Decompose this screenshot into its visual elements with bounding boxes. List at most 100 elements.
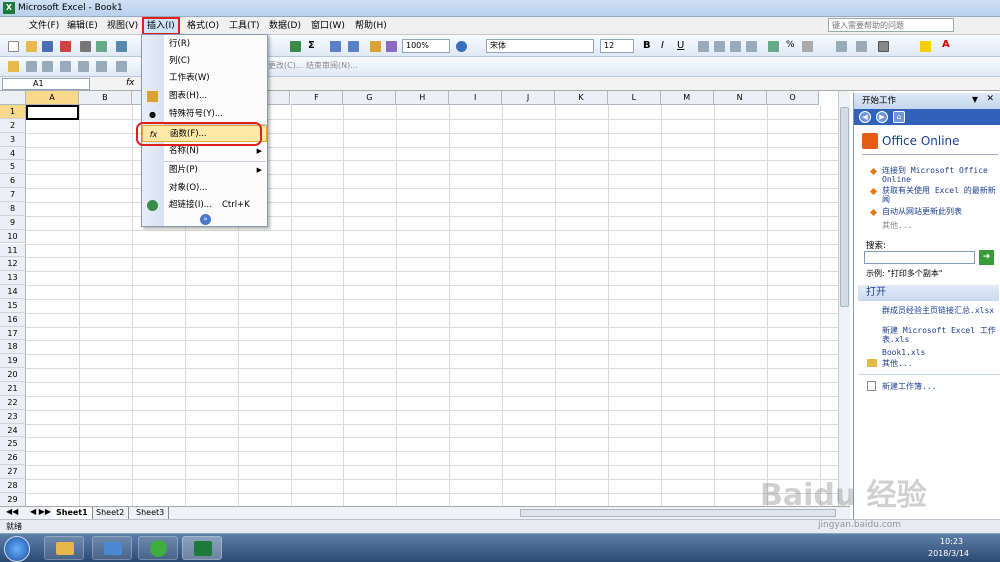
percent-icon[interactable]: %: [786, 40, 795, 50]
menu-data[interactable]: 数据(D): [266, 19, 304, 33]
open-more-link[interactable]: 其他...: [882, 359, 997, 368]
row-header[interactable]: 24: [0, 423, 26, 438]
column-header[interactable]: G: [343, 91, 397, 105]
column-header[interactable]: N: [713, 91, 767, 105]
sheet-tab-3[interactable]: Sheet3: [132, 507, 170, 519]
help-search-input[interactable]: [828, 18, 954, 32]
sort-ascending-icon[interactable]: [330, 41, 341, 52]
taskbar-excel-icon[interactable]: [182, 536, 222, 560]
insert-function-icon[interactable]: fx: [126, 78, 135, 88]
taskbar-media-icon[interactable]: [92, 536, 132, 560]
align-left-icon[interactable]: [698, 41, 709, 52]
link-more[interactable]: 其他...: [882, 221, 997, 230]
font-color-icon[interactable]: A: [942, 39, 950, 50]
borders-icon[interactable]: [878, 41, 889, 52]
row-header[interactable]: 5: [0, 160, 26, 175]
forward-icon[interactable]: ▶: [876, 111, 888, 123]
menu-format[interactable]: 格式(O): [184, 19, 222, 33]
row-header[interactable]: 23: [0, 409, 26, 424]
review-icon-4[interactable]: [60, 61, 71, 72]
column-header[interactable]: A: [26, 91, 79, 105]
taskbar-explorer-icon[interactable]: [44, 536, 84, 560]
column-header[interactable]: M: [660, 91, 714, 105]
new-workbook-link[interactable]: 新建工作簿...: [882, 382, 997, 391]
review-icon-5[interactable]: [78, 61, 89, 72]
menu-item-object[interactable]: 对象(O)...: [142, 180, 267, 197]
menu-help[interactable]: 帮助(H): [352, 19, 390, 33]
row-header[interactable]: 9: [0, 215, 26, 230]
row-header[interactable]: 14: [0, 285, 26, 299]
menu-item-special-symbol[interactable]: ● 特殊符号(Y)...: [142, 106, 267, 123]
column-header[interactable]: B: [78, 91, 132, 105]
spelling-icon[interactable]: [116, 41, 127, 52]
menu-insert[interactable]: 插入(I): [142, 17, 180, 35]
zoom-select[interactable]: 100%: [402, 39, 450, 53]
row-header[interactable]: 3: [0, 132, 26, 147]
task-pane-search-input[interactable]: [864, 251, 975, 264]
row-header[interactable]: 6: [0, 174, 26, 189]
font-size-select[interactable]: 12: [600, 39, 634, 53]
name-box[interactable]: A1: [2, 78, 90, 90]
hyperlink-toolbar-icon[interactable]: [290, 41, 301, 52]
menu-item-chart[interactable]: 图表(H)...: [142, 88, 267, 105]
column-header[interactable]: J: [502, 91, 555, 105]
task-pane-menu-icon[interactable]: ▼: [972, 95, 978, 104]
row-header[interactable]: 18: [0, 340, 26, 355]
menu-file[interactable]: 文件(F): [26, 19, 62, 33]
row-header[interactable]: 25: [0, 437, 26, 452]
start-button[interactable]: [4, 536, 30, 562]
save-icon[interactable]: [42, 41, 53, 52]
chart-wizard-icon[interactable]: [370, 41, 381, 52]
row-header[interactable]: 16: [0, 312, 26, 327]
recent-file-3[interactable]: Book1.xls: [882, 348, 997, 357]
review-icon-7[interactable]: [116, 61, 127, 72]
column-header[interactable]: H: [396, 91, 450, 105]
menu-edit[interactable]: 编辑(E): [64, 19, 101, 33]
autosum-icon[interactable]: Σ: [308, 40, 315, 51]
column-header[interactable]: K: [555, 91, 608, 105]
vertical-scrollbar[interactable]: [838, 91, 850, 506]
merge-center-icon[interactable]: [746, 41, 757, 52]
row-header[interactable]: 8: [0, 201, 26, 216]
row-header[interactable]: 7: [0, 188, 26, 202]
permission-icon[interactable]: [60, 41, 71, 52]
comma-style-icon[interactable]: [802, 41, 813, 52]
row-header[interactable]: 27: [0, 465, 26, 479]
sheet-tab-2[interactable]: Sheet2: [92, 507, 130, 519]
vertical-scroll-thumb[interactable]: [840, 107, 849, 307]
recent-file-1[interactable]: 群成员经验主页链接汇总.xlsx: [882, 306, 997, 315]
font-name-select[interactable]: 宋体: [486, 39, 594, 53]
help-icon[interactable]: [456, 41, 467, 52]
row-header[interactable]: 13: [0, 271, 26, 286]
new-icon[interactable]: [8, 41, 19, 52]
row-header[interactable]: 11: [0, 243, 26, 258]
row-header[interactable]: 1: [0, 105, 26, 119]
decrease-indent-icon[interactable]: [836, 41, 847, 52]
row-header[interactable]: 10: [0, 229, 26, 244]
underline-icon[interactable]: U: [677, 40, 684, 51]
worksheet-grid[interactable]: ABCDEFGHIJKLMNO 123456789101112131415161…: [0, 91, 850, 522]
currency-icon[interactable]: [768, 41, 779, 52]
clock-date[interactable]: 2018/3/14: [928, 549, 969, 558]
menu-item-worksheet[interactable]: 工作表(W): [142, 70, 267, 87]
column-header[interactable]: I: [449, 91, 503, 105]
menu-tools[interactable]: 工具(T): [226, 19, 263, 33]
print-icon[interactable]: [80, 41, 91, 52]
row-header[interactable]: 26: [0, 451, 26, 466]
link-connect-office-online[interactable]: 连接到 Microsoft Office Online: [882, 166, 997, 184]
menu-window[interactable]: 窗口(W): [308, 19, 348, 33]
recent-file-2[interactable]: 新建 Microsoft Excel 工作表.xls: [882, 326, 997, 344]
sort-descending-icon[interactable]: [348, 41, 359, 52]
column-header[interactable]: O: [766, 91, 820, 105]
search-go-icon[interactable]: ➜: [979, 250, 994, 265]
sheet-nav-first-icon[interactable]: ◀◀: [6, 507, 18, 516]
increase-indent-icon[interactable]: [856, 41, 867, 52]
open-icon[interactable]: [26, 41, 37, 52]
review-icon-3[interactable]: [42, 61, 53, 72]
row-header[interactable]: 12: [0, 257, 26, 272]
italic-icon[interactable]: I: [661, 40, 664, 51]
column-header[interactable]: F: [290, 91, 344, 105]
clock-time[interactable]: 10:23: [940, 537, 963, 546]
select-all-corner[interactable]: [0, 91, 26, 105]
back-icon[interactable]: ◀: [859, 111, 871, 123]
